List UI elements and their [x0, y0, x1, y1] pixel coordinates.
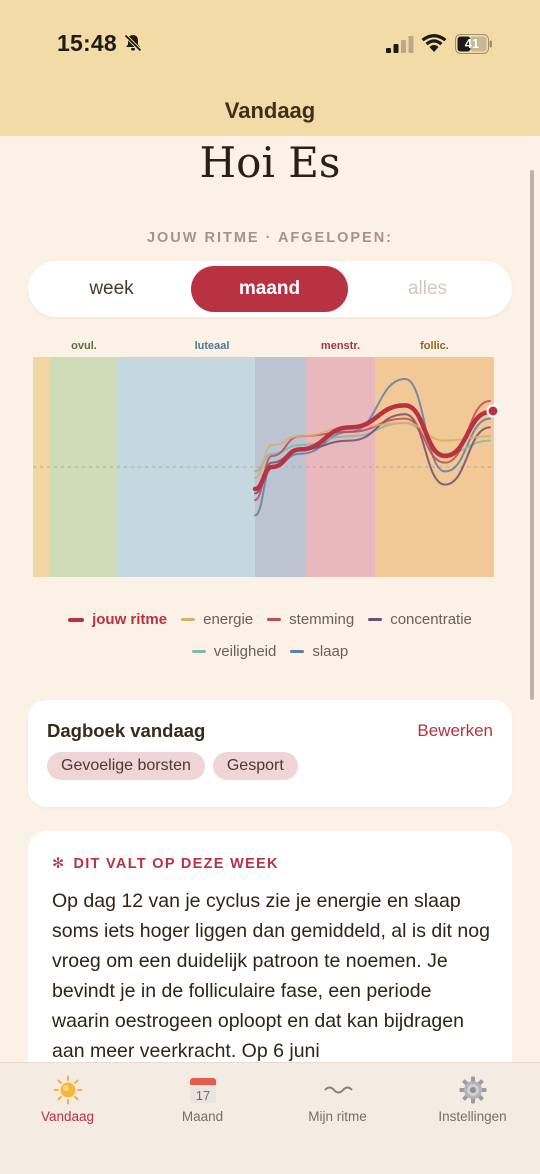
tab-mijn-ritme[interactable]: Mijn ritme [270, 1075, 405, 1124]
legend-item-energie: energie [181, 611, 253, 628]
tab-label: Mijn ritme [308, 1109, 367, 1124]
legend-swatch [68, 617, 85, 622]
legend-label: energie [203, 611, 254, 628]
range-selector: week maand alles [28, 261, 512, 317]
bell-slash-icon [124, 34, 142, 52]
insight-card: ✻ DIT VALT OP DEZE WEEK Op dag 12 van je … [28, 831, 512, 1091]
tab-label: Maand [181, 1109, 224, 1124]
range-tab-week[interactable]: week [33, 266, 190, 312]
phase-label: follic. [420, 340, 449, 352]
range-tab-maand[interactable]: maand [191, 266, 348, 312]
greeting: Hoi Es [199, 138, 341, 187]
legend-item-stemming: stemming [267, 611, 354, 628]
page-title: Vandaag [224, 98, 316, 123]
journal-tag[interactable]: Gevoelige borsten [47, 752, 205, 780]
wifi-icon [421, 34, 447, 52]
tab-bar: Vandaag 17 Maand Mijn ritme Instellingen [0, 1062, 540, 1174]
tab-maand[interactable]: 17 Maand [135, 1075, 270, 1124]
legend-swatch [290, 650, 305, 653]
insight-title-text: DIT VALT OP DEZE WEEK [73, 856, 279, 872]
chart-legend: jouw ritme energie stemming concentratie [0, 611, 540, 628]
rhythm-chart: ovul. luteaal menstr. follic. [33, 340, 500, 577]
calendar-icon-day: 17 [195, 1088, 209, 1103]
status-bar: 15:48 41 [0, 0, 540, 88]
legend-label: jouw ritme [92, 611, 168, 628]
battery-level: 41 [464, 36, 480, 51]
phase-label: menstr. [321, 340, 360, 352]
tab-label: Vandaag [40, 1109, 95, 1124]
legend-item-jouw-ritme: jouw ritme [68, 611, 167, 628]
nav-bar: Vandaag [0, 88, 540, 136]
today-marker [486, 404, 500, 418]
legend-label: slaap [312, 643, 349, 660]
insight-title: ✻ DIT VALT OP DEZE WEEK [52, 856, 279, 872]
calendar-icon: 17 [189, 1078, 216, 1103]
range-tab-alles[interactable]: alles [349, 266, 506, 312]
journal-card: Dagboek vandaag Bewerken Gevoelige borst… [28, 700, 512, 807]
legend-label: concentratie [390, 611, 472, 628]
tab-label: Instellingen [438, 1109, 507, 1124]
legend-item-slaap: slaap [290, 643, 348, 660]
legend-swatch [191, 650, 206, 653]
rhythm-section-label: JOUW RITME · AFGELOPEN: [146, 230, 394, 246]
journal-title: Dagboek vandaag [47, 720, 206, 741]
insight-body: Op dag 12 van je cyclus zie je energie e… [52, 890, 490, 1062]
tab-vandaag[interactable]: Vandaag [0, 1075, 135, 1124]
journal-tag[interactable]: Gesport [212, 752, 298, 780]
signal-icon [386, 36, 414, 53]
legend-item-concentratie: concentratie [368, 611, 472, 628]
phase-label: ovul. [71, 340, 97, 352]
legend-label: veiligheid [213, 643, 277, 660]
legend-label: stemming [289, 611, 355, 628]
legend-swatch [368, 618, 383, 621]
legend-item-veiligheid: veiligheid [191, 643, 277, 660]
sun-icon [53, 1075, 82, 1105]
wave-icon [323, 1086, 353, 1094]
journal-tags: Gevoelige borsten Gesport [47, 752, 298, 780]
phase-label: luteaal [195, 340, 230, 352]
battery-icon: 41 [455, 34, 493, 54]
sparkle-icon: ✻ [52, 856, 66, 872]
journal-edit-button[interactable]: Bewerken [417, 721, 493, 741]
gear-icon [459, 1076, 486, 1104]
legend-swatch [267, 618, 282, 621]
status-time: 15:48 [57, 30, 117, 56]
chart-legend-row-2: veiligheid slaap [0, 643, 540, 660]
legend-swatch [181, 618, 196, 621]
tab-instellingen[interactable]: Instellingen [405, 1075, 540, 1124]
